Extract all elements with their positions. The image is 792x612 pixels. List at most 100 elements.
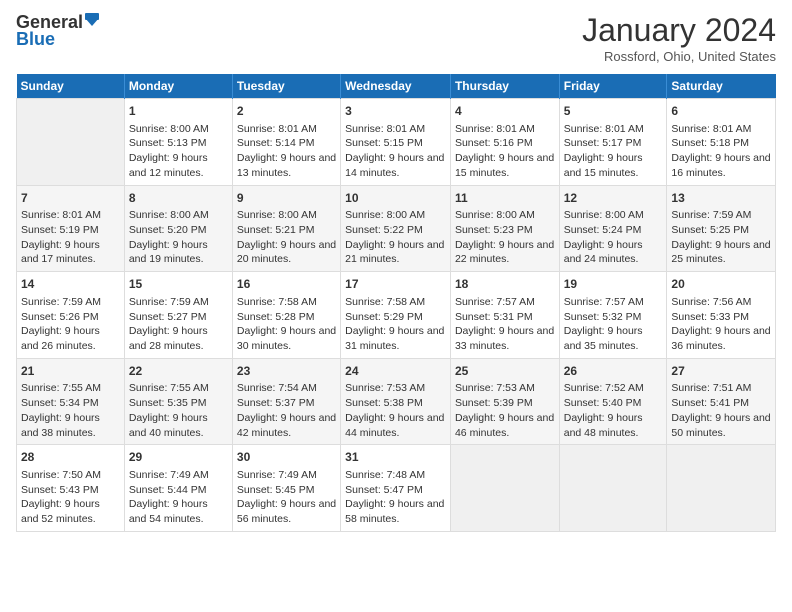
calendar-cell <box>17 99 125 186</box>
sunset: Sunset: 5:34 PM <box>21 397 99 409</box>
day-number: 18 <box>455 276 555 293</box>
day-number: 6 <box>671 103 771 120</box>
sunrise: Sunrise: 7:57 AM <box>564 296 644 308</box>
calendar-cell <box>559 445 667 532</box>
calendar-cell: 1 Sunrise: 8:00 AM Sunset: 5:13 PM Dayli… <box>124 99 232 186</box>
sunset: Sunset: 5:35 PM <box>129 397 207 409</box>
daylight: Daylight: 9 hours and 25 minutes. <box>671 239 770 266</box>
day-number: 21 <box>21 363 120 380</box>
day-header-tuesday: Tuesday <box>232 74 340 99</box>
day-header-friday: Friday <box>559 74 667 99</box>
calendar-week-row: 14 Sunrise: 7:59 AM Sunset: 5:26 PM Dayl… <box>17 272 776 359</box>
sunrise: Sunrise: 7:54 AM <box>237 382 317 394</box>
sunrise: Sunrise: 7:53 AM <box>345 382 425 394</box>
sunset: Sunset: 5:22 PM <box>345 224 423 236</box>
daylight: Daylight: 9 hours and 28 minutes. <box>129 325 208 352</box>
sunset: Sunset: 5:32 PM <box>564 311 642 323</box>
calendar-cell: 26 Sunrise: 7:52 AM Sunset: 5:40 PM Dayl… <box>559 358 667 445</box>
sunrise: Sunrise: 8:00 AM <box>129 123 209 135</box>
sunset: Sunset: 5:41 PM <box>671 397 749 409</box>
daylight: Daylight: 9 hours and 15 minutes. <box>564 152 643 179</box>
sunrise: Sunrise: 8:00 AM <box>564 209 644 221</box>
calendar-cell <box>450 445 559 532</box>
day-number: 9 <box>237 190 336 207</box>
calendar-cell: 15 Sunrise: 7:59 AM Sunset: 5:27 PM Dayl… <box>124 272 232 359</box>
daylight: Daylight: 9 hours and 35 minutes. <box>564 325 643 352</box>
sunrise: Sunrise: 7:49 AM <box>129 469 209 481</box>
sunrise: Sunrise: 7:58 AM <box>345 296 425 308</box>
day-number: 25 <box>455 363 555 380</box>
calendar-week-row: 21 Sunrise: 7:55 AM Sunset: 5:34 PM Dayl… <box>17 358 776 445</box>
daylight: Daylight: 9 hours and 21 minutes. <box>345 239 444 266</box>
sunset: Sunset: 5:43 PM <box>21 484 99 496</box>
day-number: 3 <box>345 103 446 120</box>
day-number: 27 <box>671 363 771 380</box>
sunrise: Sunrise: 8:01 AM <box>671 123 751 135</box>
day-number: 19 <box>564 276 663 293</box>
day-number: 8 <box>129 190 228 207</box>
sunset: Sunset: 5:39 PM <box>455 397 533 409</box>
calendar-cell: 29 Sunrise: 7:49 AM Sunset: 5:44 PM Dayl… <box>124 445 232 532</box>
day-number: 22 <box>129 363 228 380</box>
day-number: 5 <box>564 103 663 120</box>
sunrise: Sunrise: 7:55 AM <box>21 382 101 394</box>
day-number: 23 <box>237 363 336 380</box>
daylight: Daylight: 9 hours and 13 minutes. <box>237 152 336 179</box>
daylight: Daylight: 9 hours and 36 minutes. <box>671 325 770 352</box>
sunset: Sunset: 5:33 PM <box>671 311 749 323</box>
calendar-cell: 4 Sunrise: 8:01 AM Sunset: 5:16 PM Dayli… <box>450 99 559 186</box>
day-number: 4 <box>455 103 555 120</box>
calendar-cell: 18 Sunrise: 7:57 AM Sunset: 5:31 PM Dayl… <box>450 272 559 359</box>
calendar-cell <box>667 445 776 532</box>
day-header-saturday: Saturday <box>667 74 776 99</box>
sunset: Sunset: 5:18 PM <box>671 137 749 149</box>
sunset: Sunset: 5:29 PM <box>345 311 423 323</box>
day-number: 7 <box>21 190 120 207</box>
location: Rossford, Ohio, United States <box>582 49 776 64</box>
sunset: Sunset: 5:31 PM <box>455 311 533 323</box>
calendar-cell: 13 Sunrise: 7:59 AM Sunset: 5:25 PM Dayl… <box>667 185 776 272</box>
sunrise: Sunrise: 7:53 AM <box>455 382 535 394</box>
sunrise: Sunrise: 7:58 AM <box>237 296 317 308</box>
sunrise: Sunrise: 7:59 AM <box>129 296 209 308</box>
daylight: Daylight: 9 hours and 16 minutes. <box>671 152 770 179</box>
daylight: Daylight: 9 hours and 44 minutes. <box>345 412 444 439</box>
sunrise: Sunrise: 7:59 AM <box>21 296 101 308</box>
calendar-header-row: SundayMondayTuesdayWednesdayThursdayFrid… <box>17 74 776 99</box>
daylight: Daylight: 9 hours and 12 minutes. <box>129 152 208 179</box>
day-header-wednesday: Wednesday <box>341 74 451 99</box>
day-number: 13 <box>671 190 771 207</box>
calendar-week-row: 1 Sunrise: 8:00 AM Sunset: 5:13 PM Dayli… <box>17 99 776 186</box>
sunset: Sunset: 5:25 PM <box>671 224 749 236</box>
month-title: January 2024 <box>582 12 776 49</box>
sunset: Sunset: 5:23 PM <box>455 224 533 236</box>
day-number: 1 <box>129 103 228 120</box>
sunrise: Sunrise: 7:57 AM <box>455 296 535 308</box>
sunset: Sunset: 5:15 PM <box>345 137 423 149</box>
calendar-cell: 9 Sunrise: 8:00 AM Sunset: 5:21 PM Dayli… <box>232 185 340 272</box>
calendar-cell: 22 Sunrise: 7:55 AM Sunset: 5:35 PM Dayl… <box>124 358 232 445</box>
calendar-cell: 24 Sunrise: 7:53 AM Sunset: 5:38 PM Dayl… <box>341 358 451 445</box>
calendar-cell: 12 Sunrise: 8:00 AM Sunset: 5:24 PM Dayl… <box>559 185 667 272</box>
daylight: Daylight: 9 hours and 58 minutes. <box>345 498 444 525</box>
daylight: Daylight: 9 hours and 20 minutes. <box>237 239 336 266</box>
calendar-week-row: 28 Sunrise: 7:50 AM Sunset: 5:43 PM Dayl… <box>17 445 776 532</box>
daylight: Daylight: 9 hours and 54 minutes. <box>129 498 208 525</box>
calendar-cell: 11 Sunrise: 8:00 AM Sunset: 5:23 PM Dayl… <box>450 185 559 272</box>
calendar-body: 1 Sunrise: 8:00 AM Sunset: 5:13 PM Dayli… <box>17 99 776 532</box>
sunrise: Sunrise: 7:48 AM <box>345 469 425 481</box>
daylight: Daylight: 9 hours and 19 minutes. <box>129 239 208 266</box>
sunrise: Sunrise: 8:01 AM <box>345 123 425 135</box>
day-header-thursday: Thursday <box>450 74 559 99</box>
sunrise: Sunrise: 8:00 AM <box>455 209 535 221</box>
day-number: 16 <box>237 276 336 293</box>
sunrise: Sunrise: 7:56 AM <box>671 296 751 308</box>
day-number: 31 <box>345 449 446 466</box>
calendar-cell: 7 Sunrise: 8:01 AM Sunset: 5:19 PM Dayli… <box>17 185 125 272</box>
calendar-cell: 25 Sunrise: 7:53 AM Sunset: 5:39 PM Dayl… <box>450 358 559 445</box>
day-number: 28 <box>21 449 120 466</box>
calendar-cell: 14 Sunrise: 7:59 AM Sunset: 5:26 PM Dayl… <box>17 272 125 359</box>
day-header-sunday: Sunday <box>17 74 125 99</box>
daylight: Daylight: 9 hours and 38 minutes. <box>21 412 100 439</box>
calendar-cell: 20 Sunrise: 7:56 AM Sunset: 5:33 PM Dayl… <box>667 272 776 359</box>
